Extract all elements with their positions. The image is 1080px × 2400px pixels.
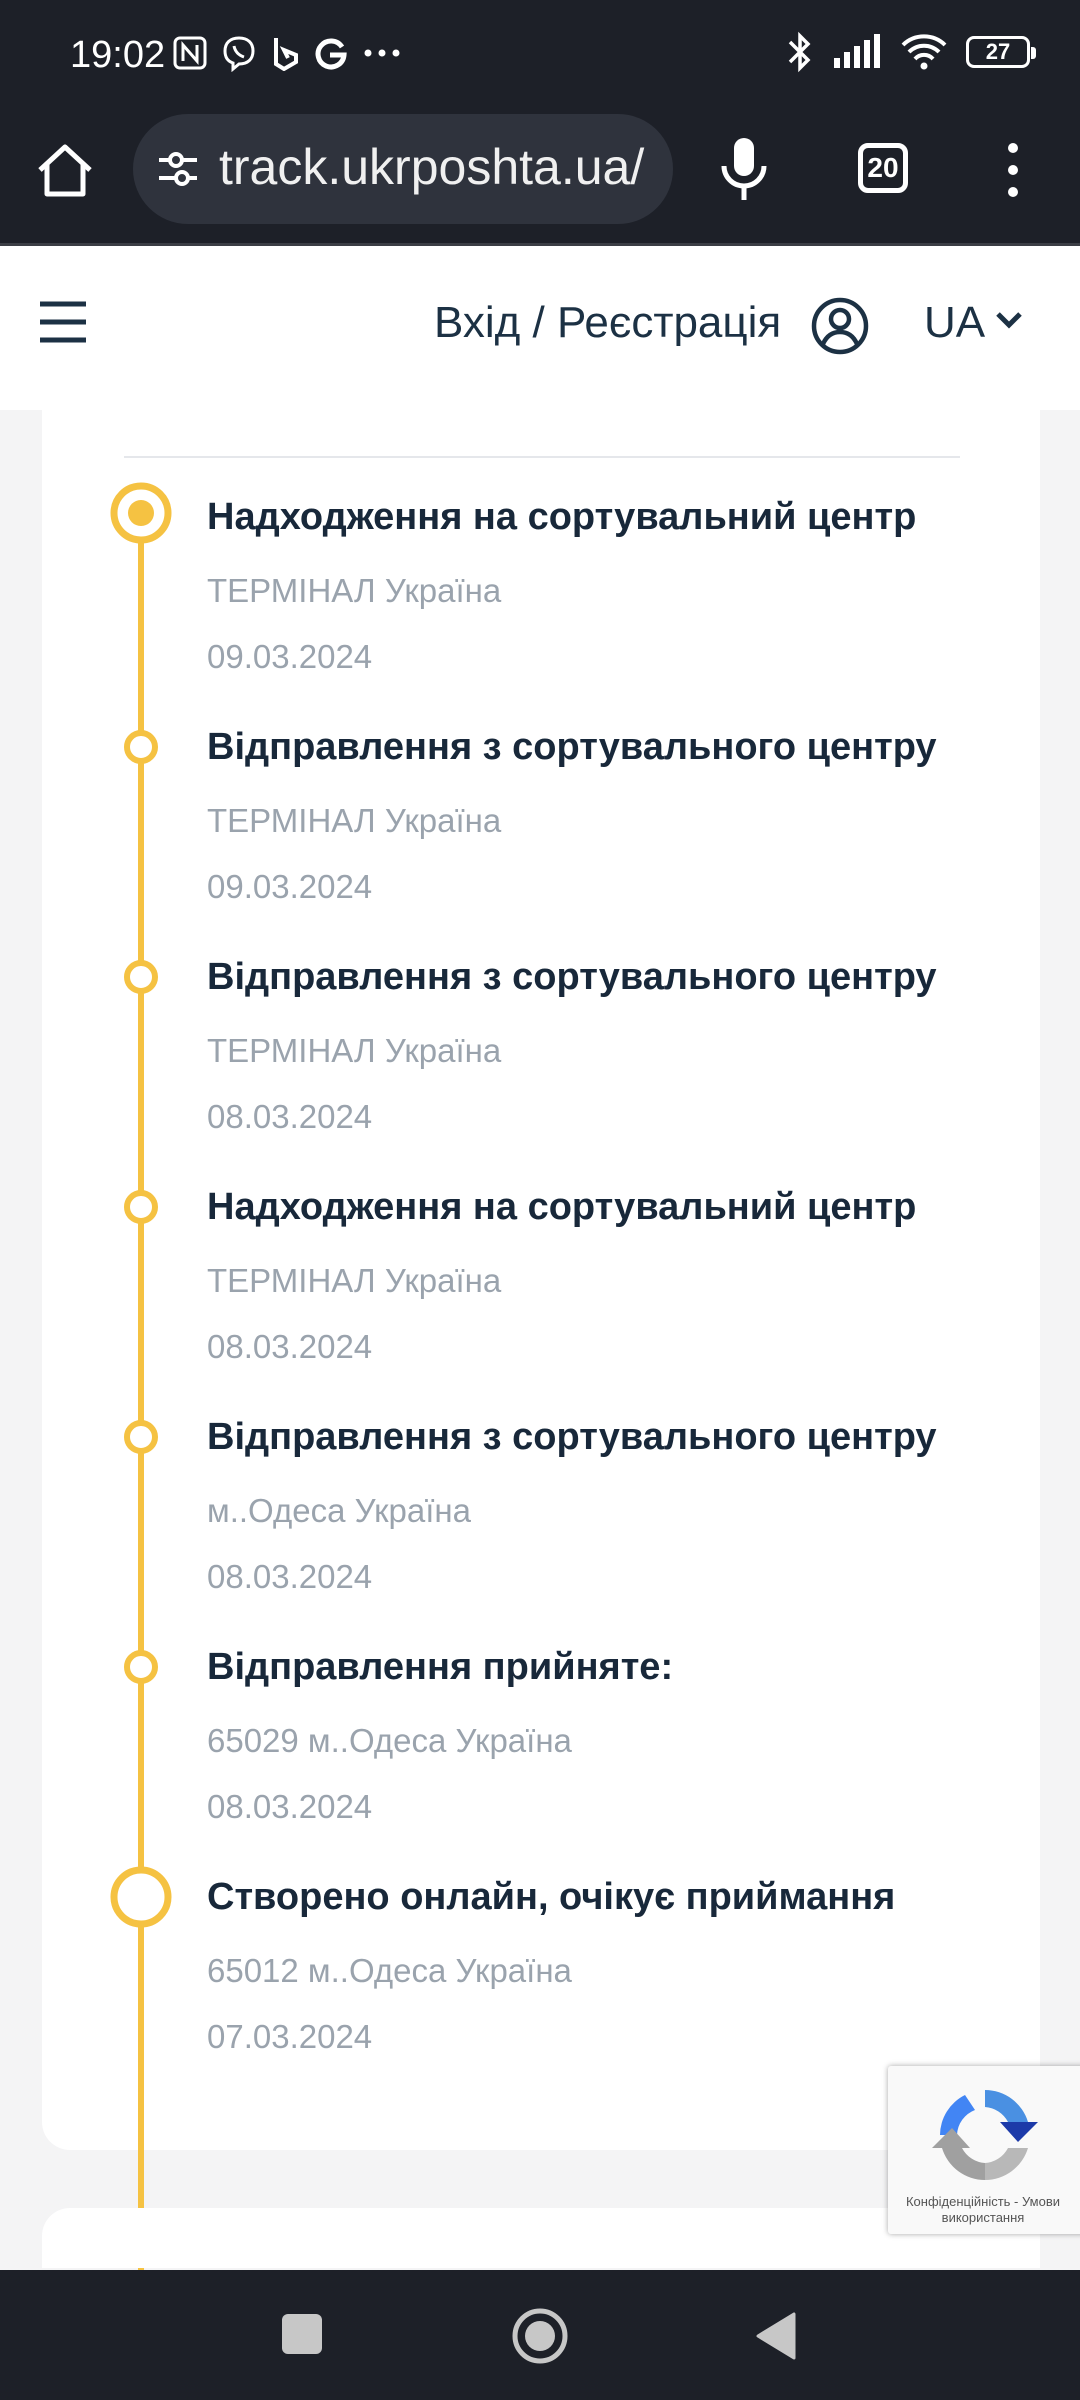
- login-register-link[interactable]: Вхід / Реєстрація: [434, 298, 781, 348]
- home-circle-icon[interactable]: [510, 2306, 570, 2366]
- event-location: ТЕРМІНАЛ Україна: [207, 802, 502, 839]
- recent-apps-icon[interactable]: [282, 2314, 322, 2354]
- bing-icon: [274, 38, 298, 71]
- event-title: Надходження на сортувальний центр: [207, 1186, 917, 1228]
- event-date: 08.03.2024: [207, 1558, 373, 1595]
- status-bar: 19:02 27: [0, 0, 1080, 112]
- event-title: Відправлення з сортувального центру: [207, 956, 937, 998]
- event-date: 08.03.2024: [207, 1098, 373, 1135]
- home-icon[interactable]: [32, 138, 98, 204]
- hamburger-menu-icon[interactable]: [38, 300, 88, 344]
- battery-icon: 27: [966, 36, 1036, 68]
- browser-toolbar: track.ukrposhta.ua/ 20: [0, 112, 1080, 246]
- google-icon: [315, 38, 347, 70]
- event-location: 65029 м..Одеса Україна: [207, 1722, 572, 1759]
- signal-icon: [834, 34, 880, 68]
- status-dot-icon: [124, 960, 158, 994]
- current-status-dot-icon: [110, 482, 172, 544]
- address-bar[interactable]: track.ukrposhta.ua/: [133, 114, 673, 224]
- divider: [124, 456, 960, 458]
- event-location: ТЕРМІНАЛ Україна: [207, 572, 502, 609]
- timeline-event: Відправлення з сортувального центру ТЕРМІ…: [42, 956, 1040, 1176]
- status-dot-icon: [124, 1190, 158, 1224]
- nfc-icon: [173, 36, 207, 70]
- more-menu-icon[interactable]: [998, 140, 1028, 200]
- android-nav-bar: [0, 2270, 1080, 2400]
- event-date: 09.03.2024: [207, 868, 373, 905]
- chevron-down-icon[interactable]: [994, 308, 1024, 332]
- tab-switcher-button[interactable]: 20: [858, 143, 908, 193]
- system-icons: 27: [786, 30, 1036, 74]
- timeline-event: Відправлення прийняте: 65029 м..Одеса Укр…: [42, 1646, 1040, 1866]
- microphone-icon[interactable]: [716, 134, 772, 208]
- more-notifications-icon: [364, 49, 400, 57]
- origin-status-dot-icon: [110, 1866, 172, 1928]
- recaptcha-logo-icon: [932, 2090, 1038, 2180]
- bluetooth-icon: [788, 31, 811, 73]
- timeline-event: Відправлення з сортувального центру м..Од…: [42, 1416, 1040, 1636]
- status-dot-icon: [124, 1650, 158, 1684]
- event-title: Надходження на сортувальний центр: [207, 496, 917, 538]
- site-settings-icon[interactable]: [153, 144, 203, 194]
- recaptcha-badge[interactable]: Конфіденційність - Умови використання: [888, 2066, 1080, 2234]
- event-location: 65012 м..Одеса Україна: [207, 1952, 572, 1989]
- clock: 19:02: [70, 34, 166, 76]
- event-date: 07.03.2024: [207, 2018, 373, 2055]
- timeline-event: Надходження на сортувальний центр ТЕРМІНА…: [42, 1186, 1040, 1406]
- event-date: 08.03.2024: [207, 1328, 373, 1365]
- language-selector[interactable]: UA: [924, 298, 985, 348]
- event-title: Створено онлайн, очікує приймання: [207, 1876, 896, 1918]
- timeline-event: Створено онлайн, очікує приймання 65012 м…: [42, 1866, 1040, 2096]
- notification-icons: [172, 34, 404, 72]
- event-location: м..Одеса Україна: [207, 1492, 471, 1529]
- url-text[interactable]: track.ukrposhta.ua/: [219, 138, 659, 198]
- event-title: Відправлення з сортувального центру: [207, 726, 937, 768]
- timeline-event: Відправлення з сортувального центру ТЕРМІ…: [42, 726, 1040, 946]
- back-icon[interactable]: [754, 2310, 798, 2362]
- event-location: ТЕРМІНАЛ Україна: [207, 1032, 502, 1069]
- event-title: Відправлення з сортувального центру: [207, 1416, 937, 1458]
- event-title: Відправлення прийняте:: [207, 1646, 674, 1688]
- tracking-history-card: Надходження на сортувальний центр ТЕРМІНА…: [42, 410, 1040, 2284]
- event-date: 09.03.2024: [207, 638, 373, 675]
- wifi-icon: [901, 34, 947, 70]
- status-dot-icon: [124, 730, 158, 764]
- user-account-icon[interactable]: [810, 296, 870, 356]
- event-date: 08.03.2024: [207, 1788, 373, 1825]
- site-header: Вхід / Реєстрація UA: [0, 246, 1080, 410]
- viber-icon: [223, 36, 255, 72]
- recaptcha-links[interactable]: Конфіденційність - Умови використання: [888, 2194, 1078, 2226]
- timeline-event: Надходження на сортувальний центр ТЕРМІНА…: [42, 482, 1040, 716]
- status-dot-icon: [124, 1420, 158, 1454]
- event-location: ТЕРМІНАЛ Україна: [207, 1262, 502, 1299]
